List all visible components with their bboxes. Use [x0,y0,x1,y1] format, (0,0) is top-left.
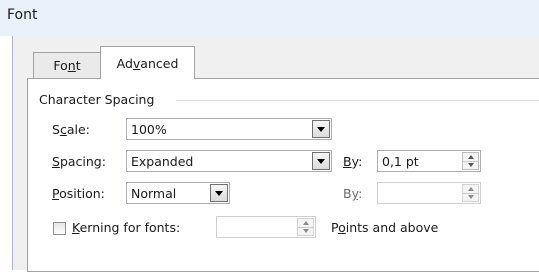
tab-font[interactable]: Font [33,52,101,78]
spacing-value: Expanded [131,154,194,169]
position-by-label: By: [343,186,363,201]
title-bar: Font [0,0,539,36]
spacing-dropdown-icon[interactable] [312,152,330,170]
tab-panel-advanced [27,78,539,272]
scale-value: 100% [131,122,167,137]
scale-label: Scale: [52,122,90,137]
tab-advanced-label: Advanced [116,55,179,71]
group-label-character-spacing: Character Spacing [39,92,155,107]
spacing-by-label: By: [343,154,363,169]
tab-advanced[interactable]: Advanced [100,46,195,79]
spacing-by-value: 0,1 pt [382,154,419,169]
spacing-by-spinner[interactable] [462,152,479,170]
scale-select[interactable]: 100% [126,118,332,140]
position-by-input[interactable] [377,182,481,204]
spacing-label: Spacing: [52,154,106,169]
kerning-label[interactable]: Kerning for fonts: [72,220,180,235]
spin-down-icon[interactable] [463,161,478,169]
position-by-spinner[interactable] [462,184,479,202]
position-value: Normal [131,186,177,201]
group-divider [176,100,539,101]
position-dropdown-icon[interactable] [210,184,228,202]
spacing-select[interactable]: Expanded [126,150,332,172]
position-select[interactable]: Normal [126,182,230,204]
spin-down-icon[interactable] [298,227,313,235]
kerning-checkbox[interactable] [53,222,66,235]
spin-down-icon[interactable] [463,193,478,201]
kerning-points-input[interactable] [216,216,316,238]
kerning-suffix-label: Points and above [331,220,439,235]
kerning-points-spinner[interactable] [297,218,314,236]
spacing-by-input[interactable]: 0,1 pt [377,150,481,172]
scale-dropdown-icon[interactable] [312,120,330,138]
window-title: Font [7,7,38,23]
position-label: Position: [52,186,105,201]
tab-font-label: Font [53,58,81,73]
